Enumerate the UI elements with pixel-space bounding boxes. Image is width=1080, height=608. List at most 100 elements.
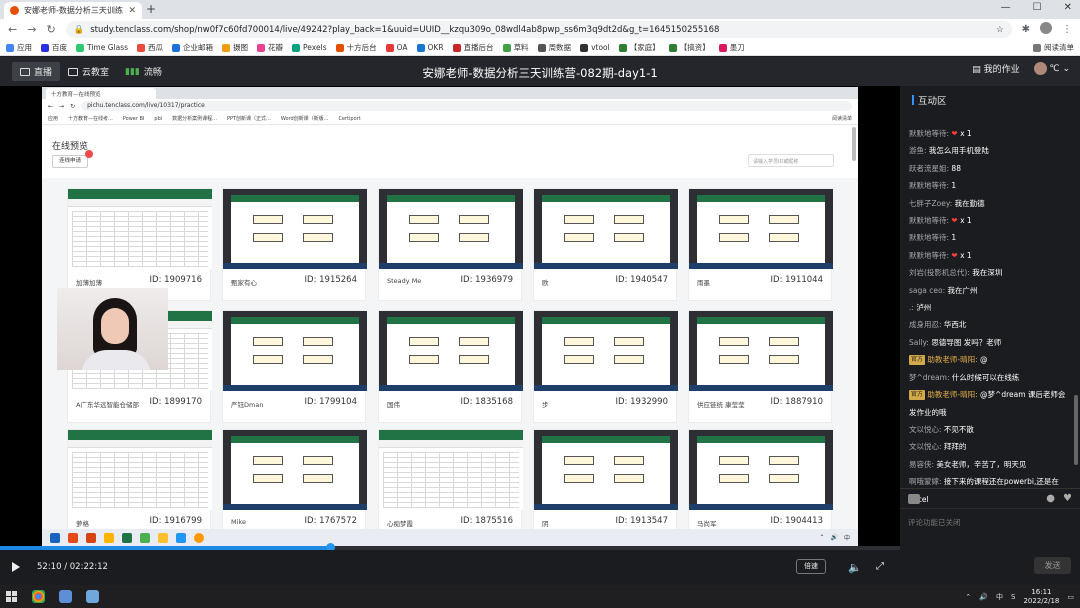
chat-text: 什么时候可以在线练 — [951, 372, 1020, 382]
browser-tab[interactable]: 安娜老师-数据分析三天训练营-0 ✕ — [4, 2, 142, 19]
student-name: 加薄加薄 — [76, 279, 102, 287]
student-name: 严钰Dman — [231, 401, 264, 409]
fullscreen-icon[interactable]: ⤢ — [876, 561, 884, 572]
bookmark-item[interactable]: 百度 — [41, 42, 67, 53]
quality-selector[interactable]: ▮▮▮ 流畅 — [117, 62, 170, 81]
notification-icon[interactable]: ▭ — [1067, 593, 1074, 601]
form-box — [564, 215, 594, 224]
chat-scrollbar[interactable] — [1074, 395, 1078, 465]
bookmark-item[interactable]: vtool — [580, 43, 610, 52]
bookmark-item[interactable]: Pexels — [292, 43, 327, 52]
tab-close-icon[interactable]: ✕ — [128, 6, 136, 16]
role-badge: 官方 — [909, 390, 926, 401]
chat-username: 文以悦心: — [909, 442, 942, 452]
address-bar[interactable]: 🔒 study.tenclass.com/shop/nw0f7c60fd7000… — [65, 21, 1012, 38]
chat-username: 啊哦蒙嫁: — [909, 477, 942, 487]
new-tab-icon[interactable]: + — [146, 2, 156, 16]
bookmark-item[interactable]: 周数据 — [537, 42, 571, 53]
play-icon[interactable] — [12, 562, 20, 572]
chat-username: 文以悦心: — [909, 424, 942, 434]
forward-icon[interactable]: → — [27, 23, 36, 36]
speaker-icon[interactable]: 🔊 — [979, 593, 988, 601]
send-button[interactable]: 发送 — [1034, 557, 1071, 574]
ime-indicator[interactable]: 中 — [996, 592, 1003, 602]
bookmark-item[interactable]: 草料 — [502, 42, 529, 53]
student-name: 雨墨 — [697, 279, 710, 287]
bookmark-star-icon[interactable]: ☆ — [996, 25, 1004, 35]
homework-button[interactable]: ▤ 我的作业 — [972, 62, 1019, 75]
student-id: ID: 1904413 — [770, 516, 823, 526]
browser-menu-icon[interactable]: ⋮ — [1062, 24, 1072, 35]
excel-ribbon — [68, 440, 212, 448]
extensions-icon[interactable]: ✱ — [1022, 24, 1030, 35]
chat-input[interactable]: 评论功能已关闭 — [900, 508, 1080, 548]
maximize-icon[interactable]: ☐ — [1033, 2, 1042, 13]
inner-reload-icon: ↻ — [70, 102, 76, 110]
chat-message: 官方 助教老师-晴阳: @ — [909, 351, 1069, 368]
system-clock[interactable]: 16:11 2022/2/18 — [1023, 588, 1059, 606]
form-window — [542, 436, 670, 504]
reload-icon[interactable]: ↻ — [46, 23, 55, 36]
chat-text: 我在勤德 — [954, 198, 985, 208]
bookmark-item[interactable]: OA — [385, 43, 408, 52]
student-name: A广东华远智能仓储部 — [76, 401, 139, 409]
form-box — [303, 215, 333, 224]
form-box — [614, 474, 644, 483]
app-icon — [194, 532, 204, 543]
form-box — [769, 355, 799, 364]
minimize-icon[interactable]: — — [1001, 2, 1011, 13]
tab-classroom[interactable]: 云教室 — [60, 62, 117, 81]
profile-icon[interactable] — [1040, 22, 1052, 37]
form-box — [409, 355, 439, 364]
form-box — [303, 474, 333, 483]
bookmark-item[interactable]: 摄图 — [222, 42, 248, 53]
excel-titlebar — [379, 430, 523, 440]
player-controls: 52:10 / 02:22:12 倍速 🔈 ⤢ — [0, 550, 1080, 585]
screen-thumbnail — [689, 189, 833, 269]
tray-up-icon[interactable]: ⌃ — [965, 593, 971, 601]
bookmark-item[interactable]: 墨刀 — [718, 42, 745, 53]
bookmark-item[interactable]: 应用 — [6, 42, 32, 53]
bookmark-item[interactable]: 西瓜 — [137, 42, 163, 53]
form-box — [459, 233, 489, 242]
sogou-indicator[interactable]: S — [1011, 593, 1015, 601]
bookmark-item[interactable]: 【家庭】 — [618, 42, 660, 53]
volume-icon[interactable]: 🔈 — [848, 561, 862, 574]
bookmark-item[interactable]: 十方后台 — [335, 42, 377, 53]
image-icon[interactable] — [908, 493, 920, 504]
speed-button[interactable]: 倍速 — [796, 559, 826, 574]
bookmark-item[interactable]: Time Glass — [76, 43, 128, 52]
screen-thumbnail — [689, 311, 833, 391]
back-icon[interactable]: ← — [8, 23, 17, 36]
windows-start-icon[interactable] — [6, 590, 18, 603]
chat-username: 助教老师-晴阳: — [927, 390, 978, 400]
form-box — [769, 233, 799, 242]
form-box — [253, 456, 283, 465]
chrome-icon — [140, 532, 150, 543]
bookmark-item[interactable]: 【搞资】 — [668, 42, 710, 53]
chrome-icon[interactable] — [32, 590, 45, 603]
screen-thumbnail — [379, 311, 523, 391]
form-window — [231, 195, 359, 263]
reading-list[interactable]: 阅读清单 — [1033, 42, 1074, 53]
bookmark-item[interactable]: OKR — [416, 43, 444, 52]
form-box — [614, 355, 644, 364]
emoji-icon[interactable]: ● — [1046, 493, 1055, 504]
bookmark-item[interactable]: 花瓣 — [257, 42, 283, 53]
student-card: Steady Me ID: 1936979 — [378, 188, 523, 301]
student-id: ID: 1916799 — [149, 516, 202, 526]
calculator-icon[interactable] — [86, 590, 99, 603]
tab-live[interactable]: 直播 — [12, 62, 61, 81]
user-menu[interactable]: ℃ ⌄ — [1033, 62, 1070, 75]
form-box — [459, 355, 489, 364]
student-id: ID: 1909716 — [149, 275, 202, 285]
chat-header-accent — [912, 94, 914, 105]
excel-ribbon — [68, 199, 212, 207]
bookmark-item[interactable]: 企业邮箱 — [172, 42, 213, 53]
app-icon[interactable] — [59, 590, 72, 603]
bookmark-item[interactable]: 直播后台 — [452, 42, 494, 53]
student-name: 甄家有心 — [231, 279, 257, 287]
close-window-icon[interactable]: ✕ — [1064, 2, 1072, 13]
like-heart-icon[interactable]: ♥ — [1063, 493, 1072, 504]
screen-thumbnail — [534, 189, 678, 269]
